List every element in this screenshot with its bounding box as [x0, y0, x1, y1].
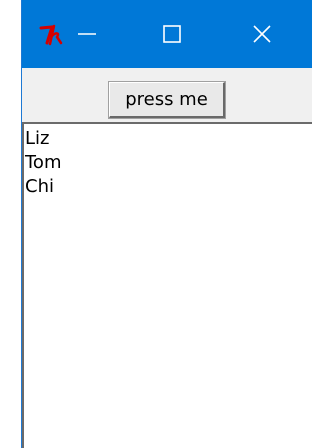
- list-item[interactable]: Liz: [24, 127, 312, 151]
- press-me-button[interactable]: press me: [108, 81, 226, 119]
- button-frame: press me: [22, 68, 312, 120]
- close-icon: [252, 24, 272, 44]
- minimize-button[interactable]: [57, 0, 117, 68]
- title-bar[interactable]: [22, 0, 312, 68]
- minimize-icon: [77, 24, 97, 44]
- list-item[interactable]: Chi: [24, 175, 312, 199]
- app-window: press me Liz Tom Chi: [21, 0, 312, 448]
- list-item[interactable]: Tom: [24, 151, 312, 175]
- maximize-button[interactable]: [142, 0, 202, 68]
- maximize-icon: [162, 24, 182, 44]
- close-button[interactable]: [232, 0, 292, 68]
- names-listbox[interactable]: Liz Tom Chi: [22, 122, 312, 448]
- listbox-items: Liz Tom Chi: [24, 124, 312, 199]
